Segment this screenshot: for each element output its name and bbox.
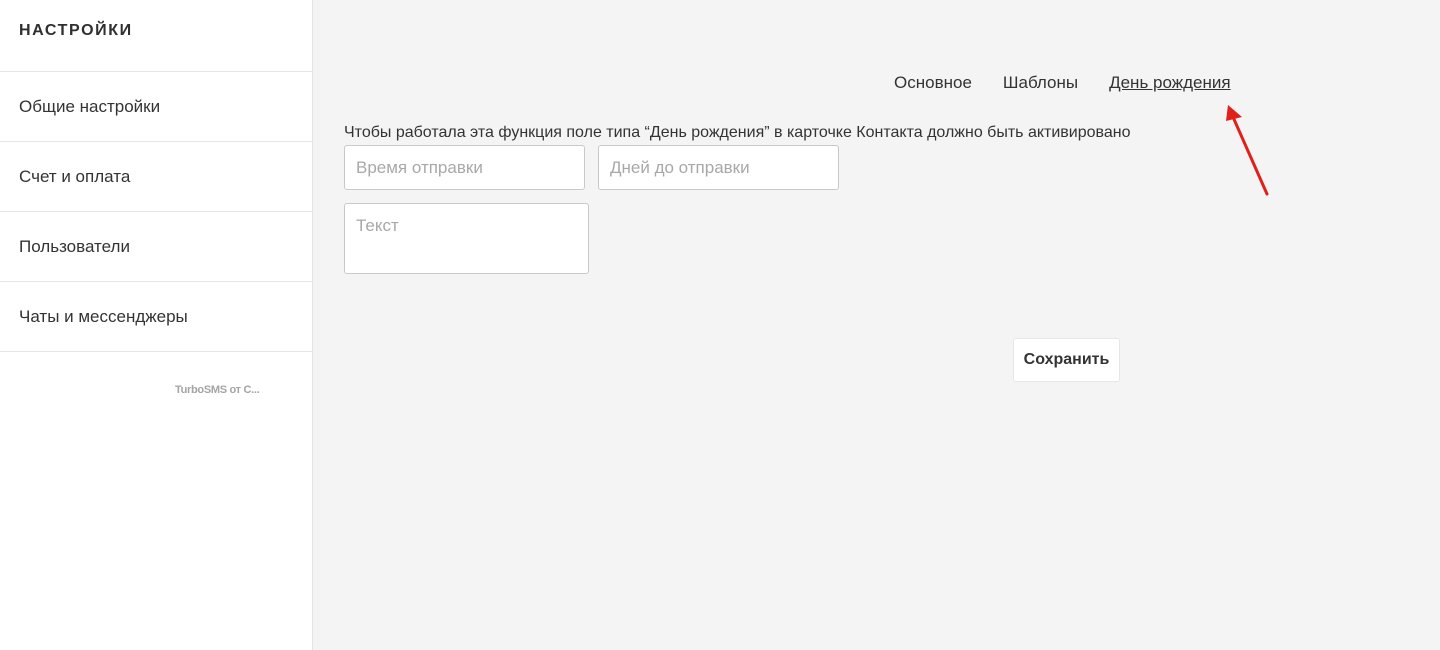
save-button[interactable]: Сохранить (1013, 338, 1120, 382)
days-before-input[interactable] (598, 145, 839, 190)
sidebar-item-users[interactable]: Пользователи (0, 212, 312, 282)
tab-birthday[interactable]: День рождения (1109, 73, 1231, 93)
tab-main[interactable]: Основное (894, 73, 972, 93)
arrow-shaft (1231, 115, 1269, 196)
sidebar-title: НАСТРОЙКИ (0, 0, 312, 72)
sidebar-item-chats-messengers[interactable]: Чаты и мессенджеры (0, 282, 312, 352)
sidebar-item-label: Пользователи (19, 236, 130, 256)
settings-sidebar: НАСТРОЙКИ Общие настройки Счет и оплата … (0, 0, 313, 650)
settings-tabs: Основное Шаблоны День рождения (894, 73, 1231, 93)
birthday-notice: Чтобы работала эта функция поле типа “Де… (344, 124, 1131, 141)
sidebar-item-billing[interactable]: Счет и оплата (0, 142, 312, 212)
sidebar-item-general-settings[interactable]: Общие настройки (0, 72, 312, 142)
arrow-head (1226, 105, 1242, 121)
sidebar-item-label: Счет и оплата (19, 166, 131, 186)
send-time-input[interactable] (344, 145, 585, 190)
sidebar-item-label: Чаты и мессенджеры (19, 306, 188, 326)
message-text-field[interactable] (344, 203, 589, 274)
annotation-arrow-icon (1226, 105, 1269, 196)
tab-templates[interactable]: Шаблоны (1003, 73, 1078, 93)
sidebar-footer-text: TurboSMS от C... (175, 384, 260, 396)
sidebar-item-label: Общие настройки (19, 96, 161, 116)
